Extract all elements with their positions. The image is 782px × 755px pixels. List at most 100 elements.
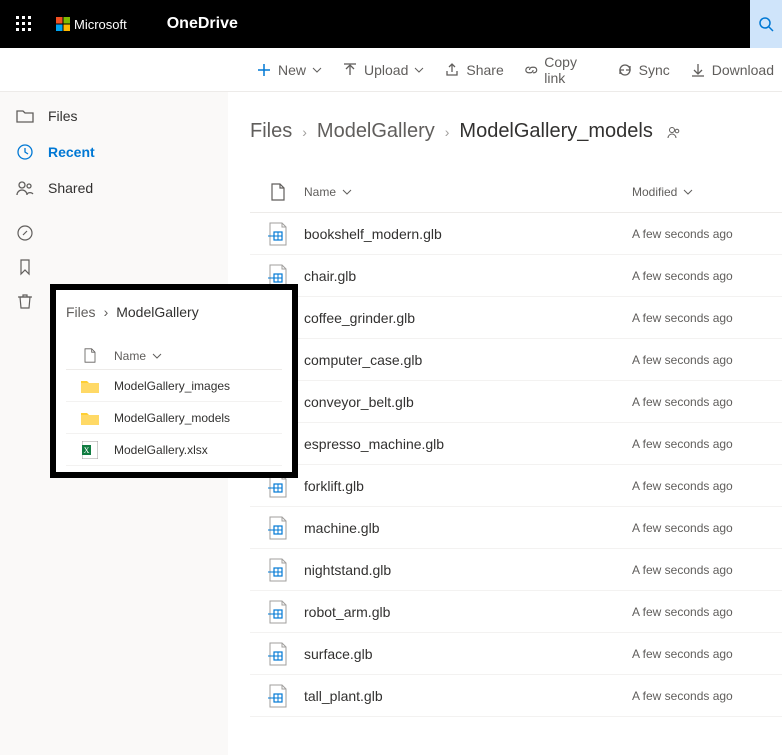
file-row[interactable]: chair.glbA few seconds ago [250, 255, 782, 297]
inset-item-name: ModelGallery_models [114, 411, 230, 425]
copylink-button[interactable]: Copy link [516, 54, 605, 86]
new-label: New [278, 62, 306, 78]
file-name: coffee_grinder.glb [296, 310, 632, 326]
file-row[interactable]: machine.glbA few seconds ago [250, 507, 782, 549]
file-row[interactable]: tall_plant.glbA few seconds ago [250, 675, 782, 717]
file-row[interactable]: surface.glbA few seconds ago [250, 633, 782, 675]
shared-indicator-icon [667, 125, 681, 139]
file-name: bookshelf_modern.glb [296, 226, 632, 242]
chevron-right-icon: › [445, 124, 450, 140]
file-name: nightstand.glb [296, 562, 632, 578]
sidebar-item-shared[interactable]: Shared [0, 170, 228, 206]
share-button[interactable]: Share [436, 54, 511, 86]
file-type-icon [260, 516, 296, 540]
folder-icon [66, 411, 114, 425]
file-row[interactable]: robot_arm.glbA few seconds ago [250, 591, 782, 633]
sidebar-recent-label: Recent [48, 144, 95, 160]
sidebar-item-bookmarks[interactable] [0, 250, 228, 284]
body: Files Recent Shared Files › ModelGallery… [0, 92, 782, 755]
svg-text:X: X [84, 446, 90, 455]
microsoft-logo: Microsoft [56, 17, 127, 32]
chevron-down-icon [152, 351, 162, 361]
excel-icon: X [66, 441, 114, 459]
sidebar-files-label: Files [48, 108, 78, 124]
sidebar-item-discover[interactable] [0, 216, 228, 250]
file-type-icon [260, 600, 296, 624]
file-modified: A few seconds ago [632, 479, 782, 493]
brand-label: Microsoft [74, 17, 127, 32]
file-modified: A few seconds ago [632, 311, 782, 325]
breadcrumb: Files › ModelGallery › ModelGallery_mode… [250, 120, 782, 143]
chevron-right-icon: › [104, 304, 109, 320]
global-header: Microsoft OneDrive [0, 0, 782, 48]
sidebar-shared-label: Shared [48, 180, 93, 196]
file-modified: A few seconds ago [632, 269, 782, 283]
file-icon [271, 183, 285, 201]
breadcrumb-parent[interactable]: ModelGallery [317, 120, 435, 143]
file-type-icon [260, 684, 296, 708]
inset-crumb-current: ModelGallery [116, 304, 198, 320]
sidebar-item-recent[interactable]: Recent [0, 134, 228, 170]
sync-label: Sync [639, 62, 670, 78]
download-icon [690, 62, 706, 78]
file-list: bookshelf_modern.glbA few seconds agocha… [250, 213, 782, 717]
app-launcher-button[interactable] [0, 0, 48, 48]
file-row[interactable]: coffee_grinder.glbA few seconds ago [250, 297, 782, 339]
file-name: surface.glb [296, 646, 632, 662]
file-name: forklift.glb [296, 478, 632, 494]
upload-icon [342, 62, 358, 78]
file-type-icon [260, 642, 296, 666]
folder-outline-icon [16, 107, 34, 125]
column-name-label: Name [304, 185, 336, 199]
file-row[interactable]: espresso_machine.glbA few seconds ago [250, 423, 782, 465]
inset-row[interactable]: X ModelGallery.xlsx [66, 434, 282, 466]
file-modified: A few seconds ago [632, 689, 782, 703]
sync-button[interactable]: Sync [609, 54, 678, 86]
inset-item-name: ModelGallery_images [114, 379, 230, 393]
file-modified: A few seconds ago [632, 353, 782, 367]
plus-icon [256, 62, 272, 78]
upload-label: Upload [364, 62, 408, 78]
file-row[interactable]: forklift.glbA few seconds ago [250, 465, 782, 507]
breadcrumb-root[interactable]: Files [250, 120, 292, 143]
file-name: tall_plant.glb [296, 688, 632, 704]
breadcrumb-current: ModelGallery_models [459, 120, 652, 143]
file-modified: A few seconds ago [632, 605, 782, 619]
file-row[interactable]: bookshelf_modern.glbA few seconds ago [250, 213, 782, 255]
column-modified-header[interactable]: Modified [632, 185, 782, 199]
inset-item-name: ModelGallery.xlsx [114, 443, 208, 457]
file-modified: A few seconds ago [632, 437, 782, 451]
file-row[interactable]: computer_case.glbA few seconds ago [250, 339, 782, 381]
file-name: conveyor_belt.glb [296, 394, 632, 410]
inset-crumb-root[interactable]: Files [66, 304, 96, 320]
inset-row[interactable]: ModelGallery_images [66, 370, 282, 402]
share-label: Share [466, 62, 503, 78]
search-icon [758, 16, 774, 32]
file-type-icon [260, 222, 296, 246]
file-modified: A few seconds ago [632, 521, 782, 535]
upload-button[interactable]: Upload [334, 54, 432, 86]
file-modified: A few seconds ago [632, 563, 782, 577]
inset-col-name[interactable]: Name [114, 349, 146, 363]
sidebar-item-files[interactable]: Files [0, 98, 228, 134]
inset-row[interactable]: ModelGallery_models [66, 402, 282, 434]
file-name: machine.glb [296, 520, 632, 536]
column-name-header[interactable]: Name [296, 185, 632, 199]
microsoft-icon [56, 17, 70, 31]
file-icon [84, 348, 96, 363]
compass-icon [16, 224, 34, 242]
share-icon [444, 62, 460, 78]
download-button[interactable]: Download [682, 54, 782, 86]
file-modified: A few seconds ago [632, 647, 782, 661]
chevron-right-icon: › [302, 124, 307, 140]
chevron-down-icon [342, 187, 352, 197]
file-name: computer_case.glb [296, 352, 632, 368]
file-row[interactable]: nightstand.glbA few seconds ago [250, 549, 782, 591]
file-row[interactable]: conveyor_belt.glbA few seconds ago [250, 381, 782, 423]
download-label: Download [712, 62, 774, 78]
chevron-down-icon [683, 187, 693, 197]
file-modified: A few seconds ago [632, 395, 782, 409]
chevron-down-icon [414, 65, 424, 75]
new-button[interactable]: New [248, 54, 330, 86]
search-button[interactable] [750, 0, 782, 48]
